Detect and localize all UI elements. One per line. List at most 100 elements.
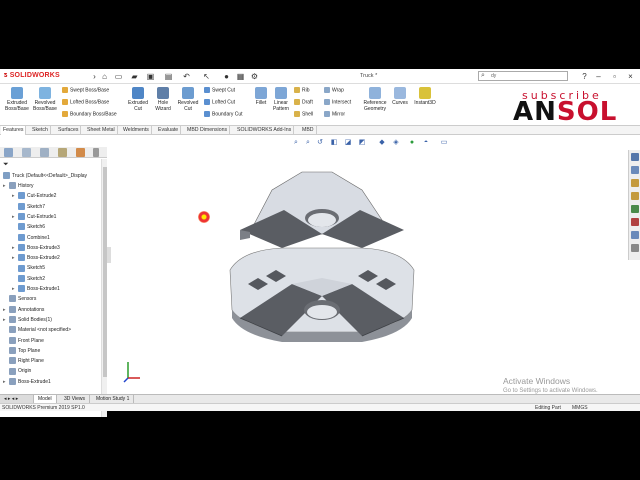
extruded-boss-button[interactable]: Extruded Boss/Base	[3, 87, 31, 112]
lofted-boss-button[interactable]: Lofted Boss/Base	[62, 99, 109, 105]
intersect-button[interactable]: Intersect	[324, 99, 351, 105]
revolved-boss-button[interactable]: Revolved Boss/Base	[31, 87, 59, 112]
display-style-icon[interactable]: ◆	[378, 139, 386, 147]
view-settings-icon[interactable]: ▭	[440, 139, 448, 147]
wrap-button[interactable]: Wrap	[324, 87, 344, 93]
view-orientation-icon[interactable]: ◩	[358, 139, 366, 147]
appearances-icon[interactable]	[631, 218, 639, 226]
zoom-to-fit-icon[interactable]: ⌕	[292, 139, 300, 147]
scrollbar-thumb[interactable]	[103, 167, 107, 377]
select-icon[interactable]: ↖	[202, 72, 211, 81]
options-icon[interactable]: ⚙	[250, 72, 259, 81]
tree-item[interactable]: Sketch2	[12, 274, 45, 284]
lofted-cut-button[interactable]: Lofted Cut	[204, 99, 235, 105]
fillet-button[interactable]: Fillet	[251, 87, 271, 106]
zoom-area-icon[interactable]: ⌕	[304, 139, 312, 147]
home-icon[interactable]	[631, 153, 639, 161]
tab-surfaces[interactable]: Surfaces	[56, 126, 82, 135]
tab-addins[interactable]: SOLIDWORKS Add-Ins	[235, 126, 295, 135]
boundary-boss-button[interactable]: Boundary Boss/Base	[62, 111, 117, 117]
tree-item[interactable]: ▸ History	[3, 181, 34, 191]
swept-cut-button[interactable]: Swept Cut	[204, 87, 235, 93]
display-manager-icon[interactable]	[76, 148, 85, 157]
curves-button[interactable]: Curves	[390, 87, 410, 106]
rib-button[interactable]: Rib	[294, 87, 310, 93]
tree-item[interactable]: ▸ Boss-Extrude1	[12, 284, 60, 294]
undo-icon[interactable]: ↶	[182, 72, 191, 81]
section-view-icon[interactable]: ◧	[330, 139, 338, 147]
tree-item[interactable]: ▸ Annotations	[3, 305, 44, 315]
boundary-cut-button[interactable]: Boundary Cut	[204, 111, 243, 117]
hide-show-items-icon[interactable]: ◈	[392, 139, 400, 147]
tab-evaluate[interactable]: Evaluate	[156, 126, 182, 135]
tree-item[interactable]: Material <not specified>	[3, 325, 71, 335]
tree-item[interactable]: Front Plane	[3, 336, 44, 346]
tree-item[interactable]: Right Plane	[3, 356, 44, 366]
tree-item[interactable]: Sensors	[3, 294, 36, 304]
search-input[interactable]: ⌕ dy	[478, 71, 568, 81]
tab-sketch[interactable]: Sketch	[30, 126, 51, 135]
tree-item[interactable]: Sketch5	[12, 263, 45, 273]
filter-icon[interactable]: ⏷	[3, 161, 9, 169]
tree-item[interactable]: ▸ Boss-Extrude2	[12, 253, 60, 263]
tree-item[interactable]: Top Plane	[3, 346, 40, 356]
part-model[interactable]	[222, 150, 422, 360]
design-library-icon[interactable]	[631, 179, 639, 187]
file-properties-icon[interactable]: ▦	[236, 72, 245, 81]
mirror-button[interactable]: Mirror	[324, 111, 345, 117]
tab-sheet-metal[interactable]: Sheet Metal	[85, 126, 118, 135]
extruded-cut-button[interactable]: Extruded Cut	[124, 87, 152, 112]
edit-appearance-icon[interactable]: ●	[408, 139, 416, 147]
draft-button[interactable]: Draft	[294, 99, 313, 105]
tree-item[interactable]: ▸ Cut-Extrude1	[12, 212, 56, 222]
tree-item[interactable]: ▸ Solid Bodies(1)	[3, 315, 52, 325]
hole-wizard-button[interactable]: Hole Wizard	[150, 87, 176, 112]
home-icon[interactable]: ⌂	[100, 72, 109, 81]
panel-collapse-handle[interactable]	[107, 247, 111, 263]
custom-properties-icon[interactable]	[631, 231, 639, 239]
restore-icon[interactable]: ▫	[610, 72, 619, 81]
reference-geometry-button[interactable]: Reference Geometry	[360, 87, 390, 112]
tree-item[interactable]: Combine1	[12, 233, 50, 243]
solidworks-logo[interactable]: ƽ SOLIDWORKS	[4, 72, 60, 79]
tree-item[interactable]: ▸ Boss-Extrude3	[12, 243, 60, 253]
previous-view-icon[interactable]: ↺	[316, 139, 324, 147]
feature-manager-icon[interactable]	[4, 148, 13, 157]
tree-item[interactable]: Sketch7	[12, 202, 45, 212]
tab-mbd-dimensions[interactable]: MBD Dimensions	[185, 126, 231, 135]
property-manager-icon[interactable]	[22, 148, 31, 157]
minimize-icon[interactable]: –	[594, 72, 603, 81]
new-document-icon[interactable]: ▭	[114, 72, 123, 81]
help-icon[interactable]: ?	[580, 72, 589, 81]
view-palette-icon[interactable]	[631, 205, 639, 213]
swept-boss-button[interactable]: Swept Boss/Base	[62, 87, 109, 93]
file-explorer-icon[interactable]	[631, 192, 639, 200]
tab-features[interactable]: Features	[1, 126, 27, 135]
chevron-right-icon[interactable]	[93, 148, 99, 157]
rebuild-icon[interactable]: ●	[222, 72, 231, 81]
shell-button[interactable]: Shell	[294, 111, 313, 117]
linear-pattern-button[interactable]: Linear Pattern	[270, 87, 292, 112]
revolved-cut-button[interactable]: Revolved Cut	[174, 87, 202, 112]
close-icon[interactable]: ×	[626, 72, 635, 81]
tab-mbd[interactable]: MBD	[300, 126, 317, 135]
tree-item[interactable]: Origin	[3, 366, 31, 376]
chevron-right-icon[interactable]: ›	[90, 72, 99, 81]
configuration-manager-icon[interactable]	[40, 148, 49, 157]
dimxpert-icon[interactable]	[58, 148, 67, 157]
save-icon[interactable]: ▣	[146, 72, 155, 81]
tree-root[interactable]: Truck (Default<<Default>_Display	[3, 171, 87, 181]
status-units[interactable]: MMGS	[572, 405, 588, 411]
panel-scrollbar[interactable]	[101, 159, 107, 417]
tree-item[interactable]: ▸ Boss-Extrude1	[3, 377, 51, 387]
tab-weldments[interactable]: Weldments	[121, 126, 152, 135]
tree-item[interactable]: Sketch6	[12, 222, 45, 232]
instant3d-button[interactable]: Instant3D	[412, 87, 438, 106]
apply-scene-icon[interactable]: ◓	[422, 139, 430, 147]
print-icon[interactable]: ▤	[164, 72, 173, 81]
tree-item[interactable]: ▸ Cut-Extrude2	[12, 191, 56, 201]
dynamic-annotation-icon[interactable]: ◪	[344, 139, 352, 147]
resources-icon[interactable]	[631, 166, 639, 174]
open-icon[interactable]: ▰	[130, 72, 139, 81]
forum-icon[interactable]	[631, 244, 639, 252]
